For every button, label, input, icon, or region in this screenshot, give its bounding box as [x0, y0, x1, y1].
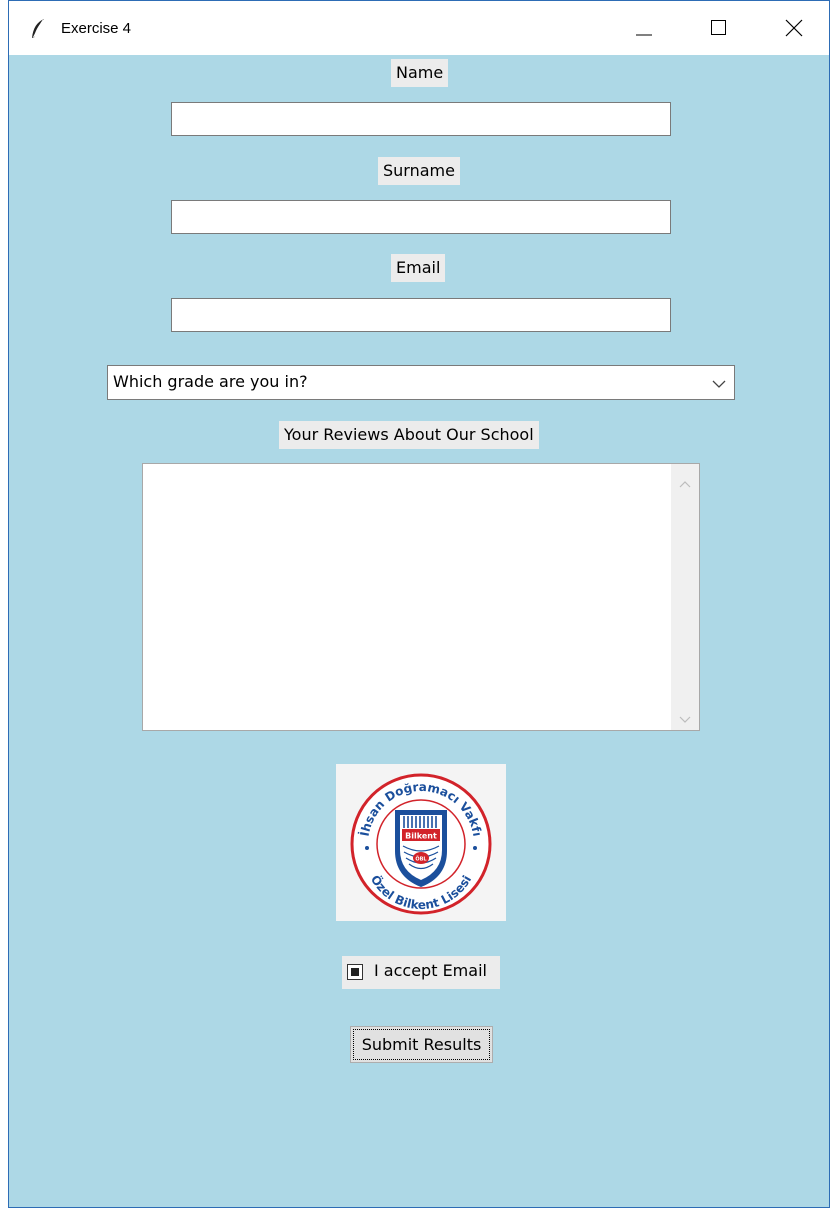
school-logo: İhsan Doğramacı Vakfı Özel Bilkent Lises… [336, 764, 506, 921]
surname-input[interactable] [171, 200, 671, 234]
school-seal-icon: İhsan Doğramacı Vakfı Özel Bilkent Lises… [350, 773, 492, 915]
name-input[interactable] [171, 102, 671, 136]
feather-icon [29, 18, 47, 40]
grade-select-value: Which grade are you in? [113, 372, 308, 391]
scroll-up-icon[interactable] [679, 474, 691, 493]
close-button[interactable] [759, 1, 829, 55]
reviews-textbox[interactable] [142, 463, 700, 731]
checkbox-checked-indicator [351, 968, 359, 976]
svg-text:ÖBL: ÖBL [415, 856, 427, 863]
desktop-edge [0, 0, 8, 1210]
chevron-down-icon[interactable] [712, 376, 726, 395]
close-icon [785, 19, 803, 37]
reviews-label: Your Reviews About Our School [279, 421, 539, 449]
maximize-button[interactable] [684, 1, 754, 55]
name-label: Name [391, 59, 449, 87]
reviews-text-area[interactable] [143, 464, 670, 730]
maximize-icon [711, 20, 726, 35]
svg-text:Bilkent: Bilkent [405, 832, 437, 841]
title-bar[interactable]: Exercise 4 [9, 1, 829, 55]
submit-button-label: Submit Results [353, 1029, 490, 1060]
minimize-icon [636, 34, 652, 36]
scroll-down-icon[interactable] [679, 710, 691, 729]
email-input[interactable] [171, 298, 671, 332]
email-label: Email [391, 254, 446, 282]
window-title: Exercise 4 [61, 20, 132, 37]
checkbox-icon[interactable] [347, 964, 363, 980]
vertical-scrollbar[interactable] [671, 464, 699, 730]
grade-select[interactable]: Which grade are you in? [107, 365, 735, 400]
minimize-button[interactable] [609, 1, 679, 55]
app-window: Exercise 4 Name Surname Email Which grad… [8, 0, 830, 1208]
surname-label: Surname [378, 157, 460, 185]
submit-button[interactable]: Submit Results [350, 1026, 493, 1063]
accept-email-checkbox[interactable]: I accept Email [342, 956, 500, 989]
accept-email-label: I accept Email [374, 961, 487, 980]
